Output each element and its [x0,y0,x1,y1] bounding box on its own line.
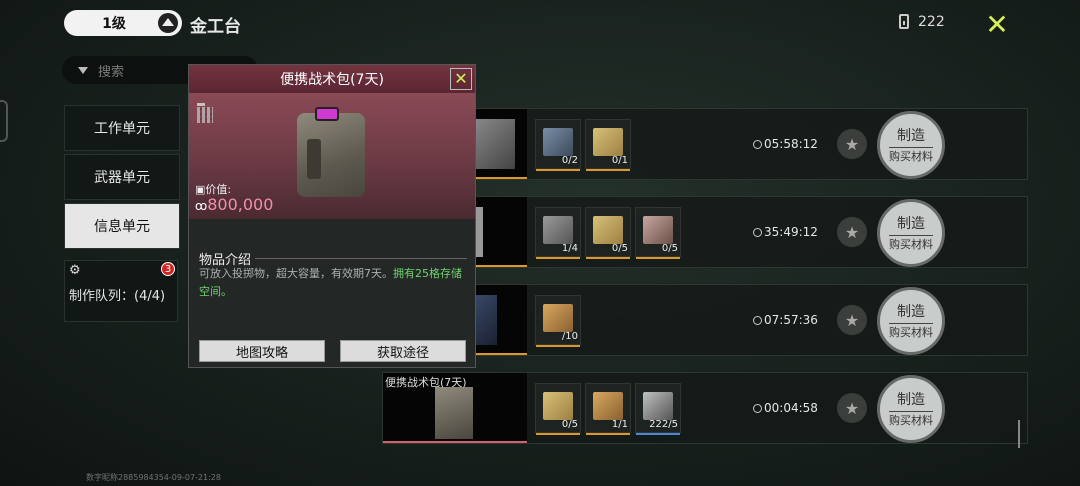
tab-info-unit[interactable]: 信息单元 [64,203,180,249]
popup-title: 便携战术包(7天) [280,72,384,88]
material-slot[interactable]: 0/5 [635,207,681,259]
item-preview: ▣价值: ꝏ800,000 [189,93,475,219]
price-value: ꝏ800,000 [195,195,274,214]
favorite-star-icon[interactable]: ★ [837,393,867,423]
item-detail-popup: 便携战术包(7天) ✕ ▣价值: ꝏ800,000 物品介绍 可放入投掷物，超大… [188,64,476,368]
favorite-star-icon[interactable]: ★ [837,217,867,247]
recipe-row[interactable]: /10 07:57:36 ★ 制造 购买材料 [382,284,1028,356]
tab-weapon-unit[interactable]: 武器单元 [64,154,180,200]
battery-icon [899,14,909,29]
grid-size-icon [197,103,213,123]
clock-icon [753,227,762,237]
obtain-source-button[interactable]: 获取途径 [340,340,466,362]
clock-icon [753,403,762,413]
level-label: 1级 [102,16,126,32]
craft-queue-panel[interactable]: ⚙ 3 制作队列：(4/4) [64,260,178,322]
gear-icon[interactable]: ⚙ [69,263,81,278]
item-thumbnail: 便携战术包(7天) [383,373,527,443]
tactical-bag-image [297,107,365,197]
coin-icon: ꝏ [195,199,208,213]
workbench-title: 金工台 [190,17,241,37]
popup-header: 便携战术包(7天) ✕ [189,65,475,93]
currency-value: 222 [918,14,945,30]
tab-work-unit[interactable]: 工作单元 [64,105,180,151]
clock-icon [753,139,762,149]
popup-close-button[interactable]: ✕ [450,68,472,90]
side-drawer-handle[interactable] [0,100,8,142]
level-badge[interactable]: 1级 [64,10,182,36]
clock-icon [753,315,762,325]
craft-timer: 00:04:58 [753,401,818,415]
craft-button[interactable]: 制造 购买材料 [877,199,945,267]
search-placeholder: 搜索 [98,64,125,80]
craft-button[interactable]: 制造 购买材料 [877,111,945,179]
map-guide-button[interactable]: 地图攻略 [199,340,325,362]
craft-button[interactable]: 制造 购买材料 [877,375,945,443]
material-slot[interactable]: 1/1 [585,383,631,435]
divider [255,258,467,259]
watermark: 数字昵称2885984354-09-07-21:28 [86,473,221,482]
material-slot[interactable]: 0/2 [535,119,581,171]
favorite-star-icon[interactable]: ★ [837,305,867,335]
material-slot[interactable]: /10 [535,295,581,347]
notification-badge: 3 [161,262,175,276]
recipe-row[interactable]: 1/4 0/5 0/5 35:49:12 ★ 制造 购买材料 [382,196,1028,268]
craft-timer: 35:49:12 [753,225,818,239]
item-name: 便携战术包(7天) [385,376,467,389]
queue-label: 制作队列：(4/4) [69,289,166,304]
recipe-row[interactable]: 0/2 0/1 05:58:12 ★ 制造 购买材料 [382,108,1028,180]
close-button[interactable]: ✕ [980,8,1014,42]
scrollbar[interactable] [1018,420,1020,448]
craft-timer: 07:57:36 [753,313,818,327]
craft-timer: 05:58:12 [753,137,818,151]
recipe-row[interactable]: 便携战术包(7天) 0/5 1/1 222/5 00:04:58 ★ 制造 购买材… [382,372,1028,444]
intro-text: 可放入投掷物，超大容量，有效期7天。拥有25格存储空间。 [199,267,462,298]
material-slot[interactable]: 0/5 [535,383,581,435]
material-slot[interactable]: 0/5 [585,207,631,259]
favorite-star-icon[interactable]: ★ [837,129,867,159]
material-slot[interactable]: 222/5 [635,383,681,435]
upgrade-arrow-icon[interactable] [158,13,178,33]
craft-button[interactable]: 制造 购买材料 [877,287,945,355]
material-slot[interactable]: 1/4 [535,207,581,259]
material-slot[interactable]: 0/1 [585,119,631,171]
dropdown-arrow-icon[interactable] [78,66,88,74]
